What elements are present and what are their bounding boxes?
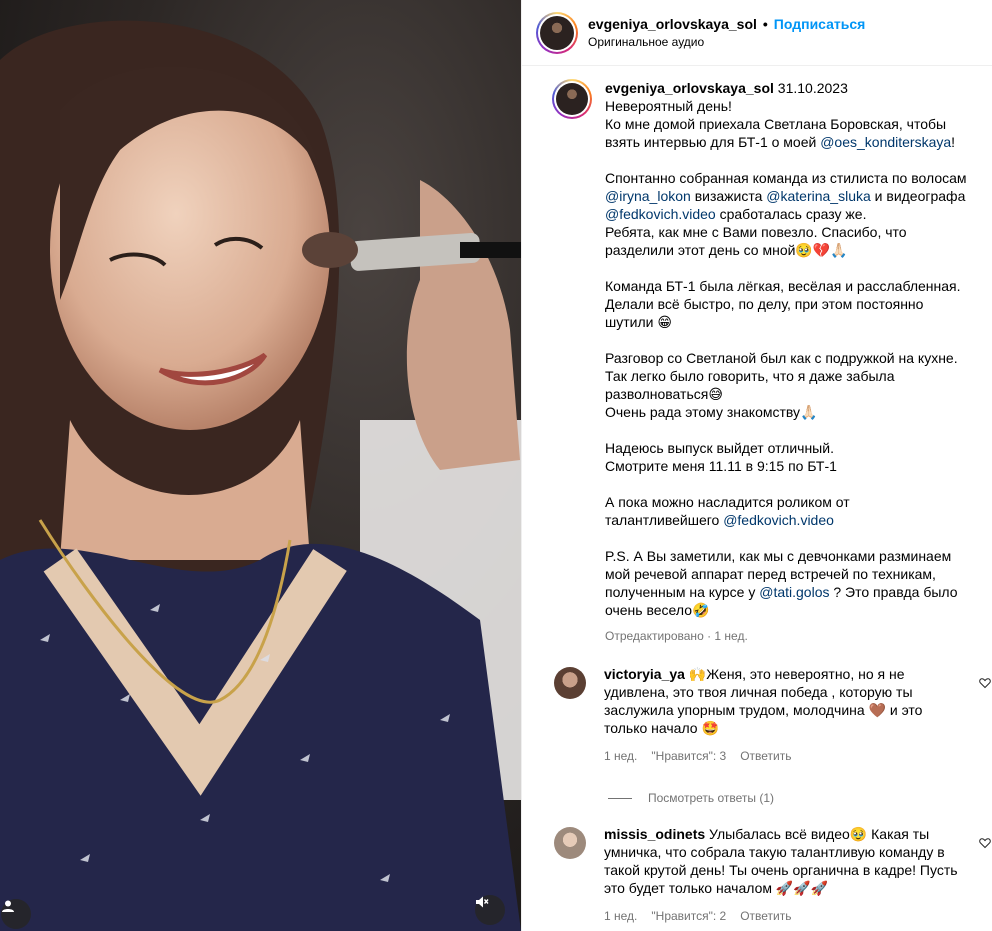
comment-time[interactable]: 1 нед.	[604, 747, 637, 765]
commenter-username[interactable]: missis_odinets	[604, 826, 705, 842]
comment-item: missis_odinets Улыбалась всё видео🥹 Кака…	[522, 825, 992, 925]
comment-meta: 1 нед. "Нравится": 2 Ответить	[604, 907, 966, 925]
mention-link[interactable]: @fedkovich.video	[605, 206, 716, 222]
caption-avatar[interactable]	[552, 79, 592, 119]
comment-likes[interactable]: "Нравится": 2	[651, 907, 726, 925]
mention-link[interactable]: @fedkovich.video	[723, 512, 834, 528]
user-tag-button[interactable]	[1, 899, 31, 929]
caption-paragraph: Ко мне домой приехала Светлана Боровская…	[605, 116, 956, 150]
separator-dot: •	[762, 16, 768, 32]
post-header: evgeniya_orlovskaya_sol • Подписаться Ор…	[522, 0, 992, 66]
caption-line: Невероятный день!	[605, 98, 732, 114]
sound-off-icon	[476, 896, 489, 908]
caption-line: Очень рада этому знакомству🙏🏻	[605, 404, 818, 420]
caption-paragraph: Спонтанно собранная команда из стилиста …	[605, 170, 967, 222]
mute-button[interactable]	[475, 895, 505, 925]
video-player[interactable]	[0, 0, 521, 931]
user-icon	[2, 900, 14, 912]
author-avatar[interactable]	[536, 11, 578, 54]
comment-item: victoryia_ya 🙌Женя, это невероятно, но я…	[522, 665, 992, 765]
view-replies-label: Посмотреть ответы (1)	[648, 791, 775, 805]
caption-paragraph: P.S. А Вы заметили, как мы с девчонками …	[605, 548, 958, 618]
audio-link[interactable]: Оригинальное аудио	[588, 35, 865, 49]
author-username[interactable]: evgeniya_orlovskaya_sol	[588, 16, 757, 32]
comments-area[interactable]: evgeniya_orlovskaya_sol 31.10.2023 Невер…	[522, 67, 992, 931]
comment-likes[interactable]: "Нравится": 3	[651, 747, 726, 765]
replies-divider	[608, 797, 632, 799]
post-panel: evgeniya_orlovskaya_sol • Подписаться Ор…	[521, 0, 992, 931]
caption-username[interactable]: evgeniya_orlovskaya_sol	[605, 80, 774, 96]
caption-date: 31.10.2023	[777, 80, 848, 96]
mention-link[interactable]: @tati.golos	[759, 584, 829, 600]
commenter-avatar[interactable]	[554, 827, 586, 859]
commenter-avatar[interactable]	[554, 667, 586, 699]
caption-paragraph: Команда БТ-1 была лёгкая, весёлая и расс…	[605, 278, 961, 330]
caption-line: Надеюсь выпуск выйдет отличный.	[605, 440, 834, 456]
comment-time[interactable]: 1 нед.	[604, 907, 637, 925]
mention-link[interactable]: @katerina_sluka	[766, 188, 871, 204]
video-frame-image	[0, 0, 521, 931]
reply-button[interactable]: Ответить	[740, 907, 791, 925]
reply-button[interactable]: Ответить	[740, 747, 791, 765]
comment-meta: 1 нед. "Нравится": 3 Ответить	[604, 747, 966, 765]
follow-button[interactable]: Подписаться	[774, 16, 866, 32]
caption-meta: Отредактировано · 1 нед.	[605, 629, 748, 643]
heart-icon[interactable]	[979, 677, 991, 689]
post-caption: evgeniya_orlovskaya_sol 31.10.2023 Невер…	[522, 67, 992, 645]
view-replies-button[interactable]: Посмотреть ответы (1)	[608, 791, 992, 805]
mention-link[interactable]: @iryna_lokon	[605, 188, 691, 204]
caption-paragraph: Разговор со Светланой был как с подружко…	[605, 350, 958, 402]
commenter-username[interactable]: victoryia_ya	[604, 666, 685, 682]
caption-line: Смотрите меня 11.11 в 9:15 по БТ-1	[605, 458, 837, 474]
caption-paragraph: А пока можно насладится роликом от талан…	[605, 494, 850, 528]
heart-icon[interactable]	[979, 837, 991, 849]
caption-line: Ребята, как мне с Вами повезло. Спасибо,…	[605, 224, 907, 258]
mention-link[interactable]: @oes_konditerskaya	[820, 134, 951, 150]
